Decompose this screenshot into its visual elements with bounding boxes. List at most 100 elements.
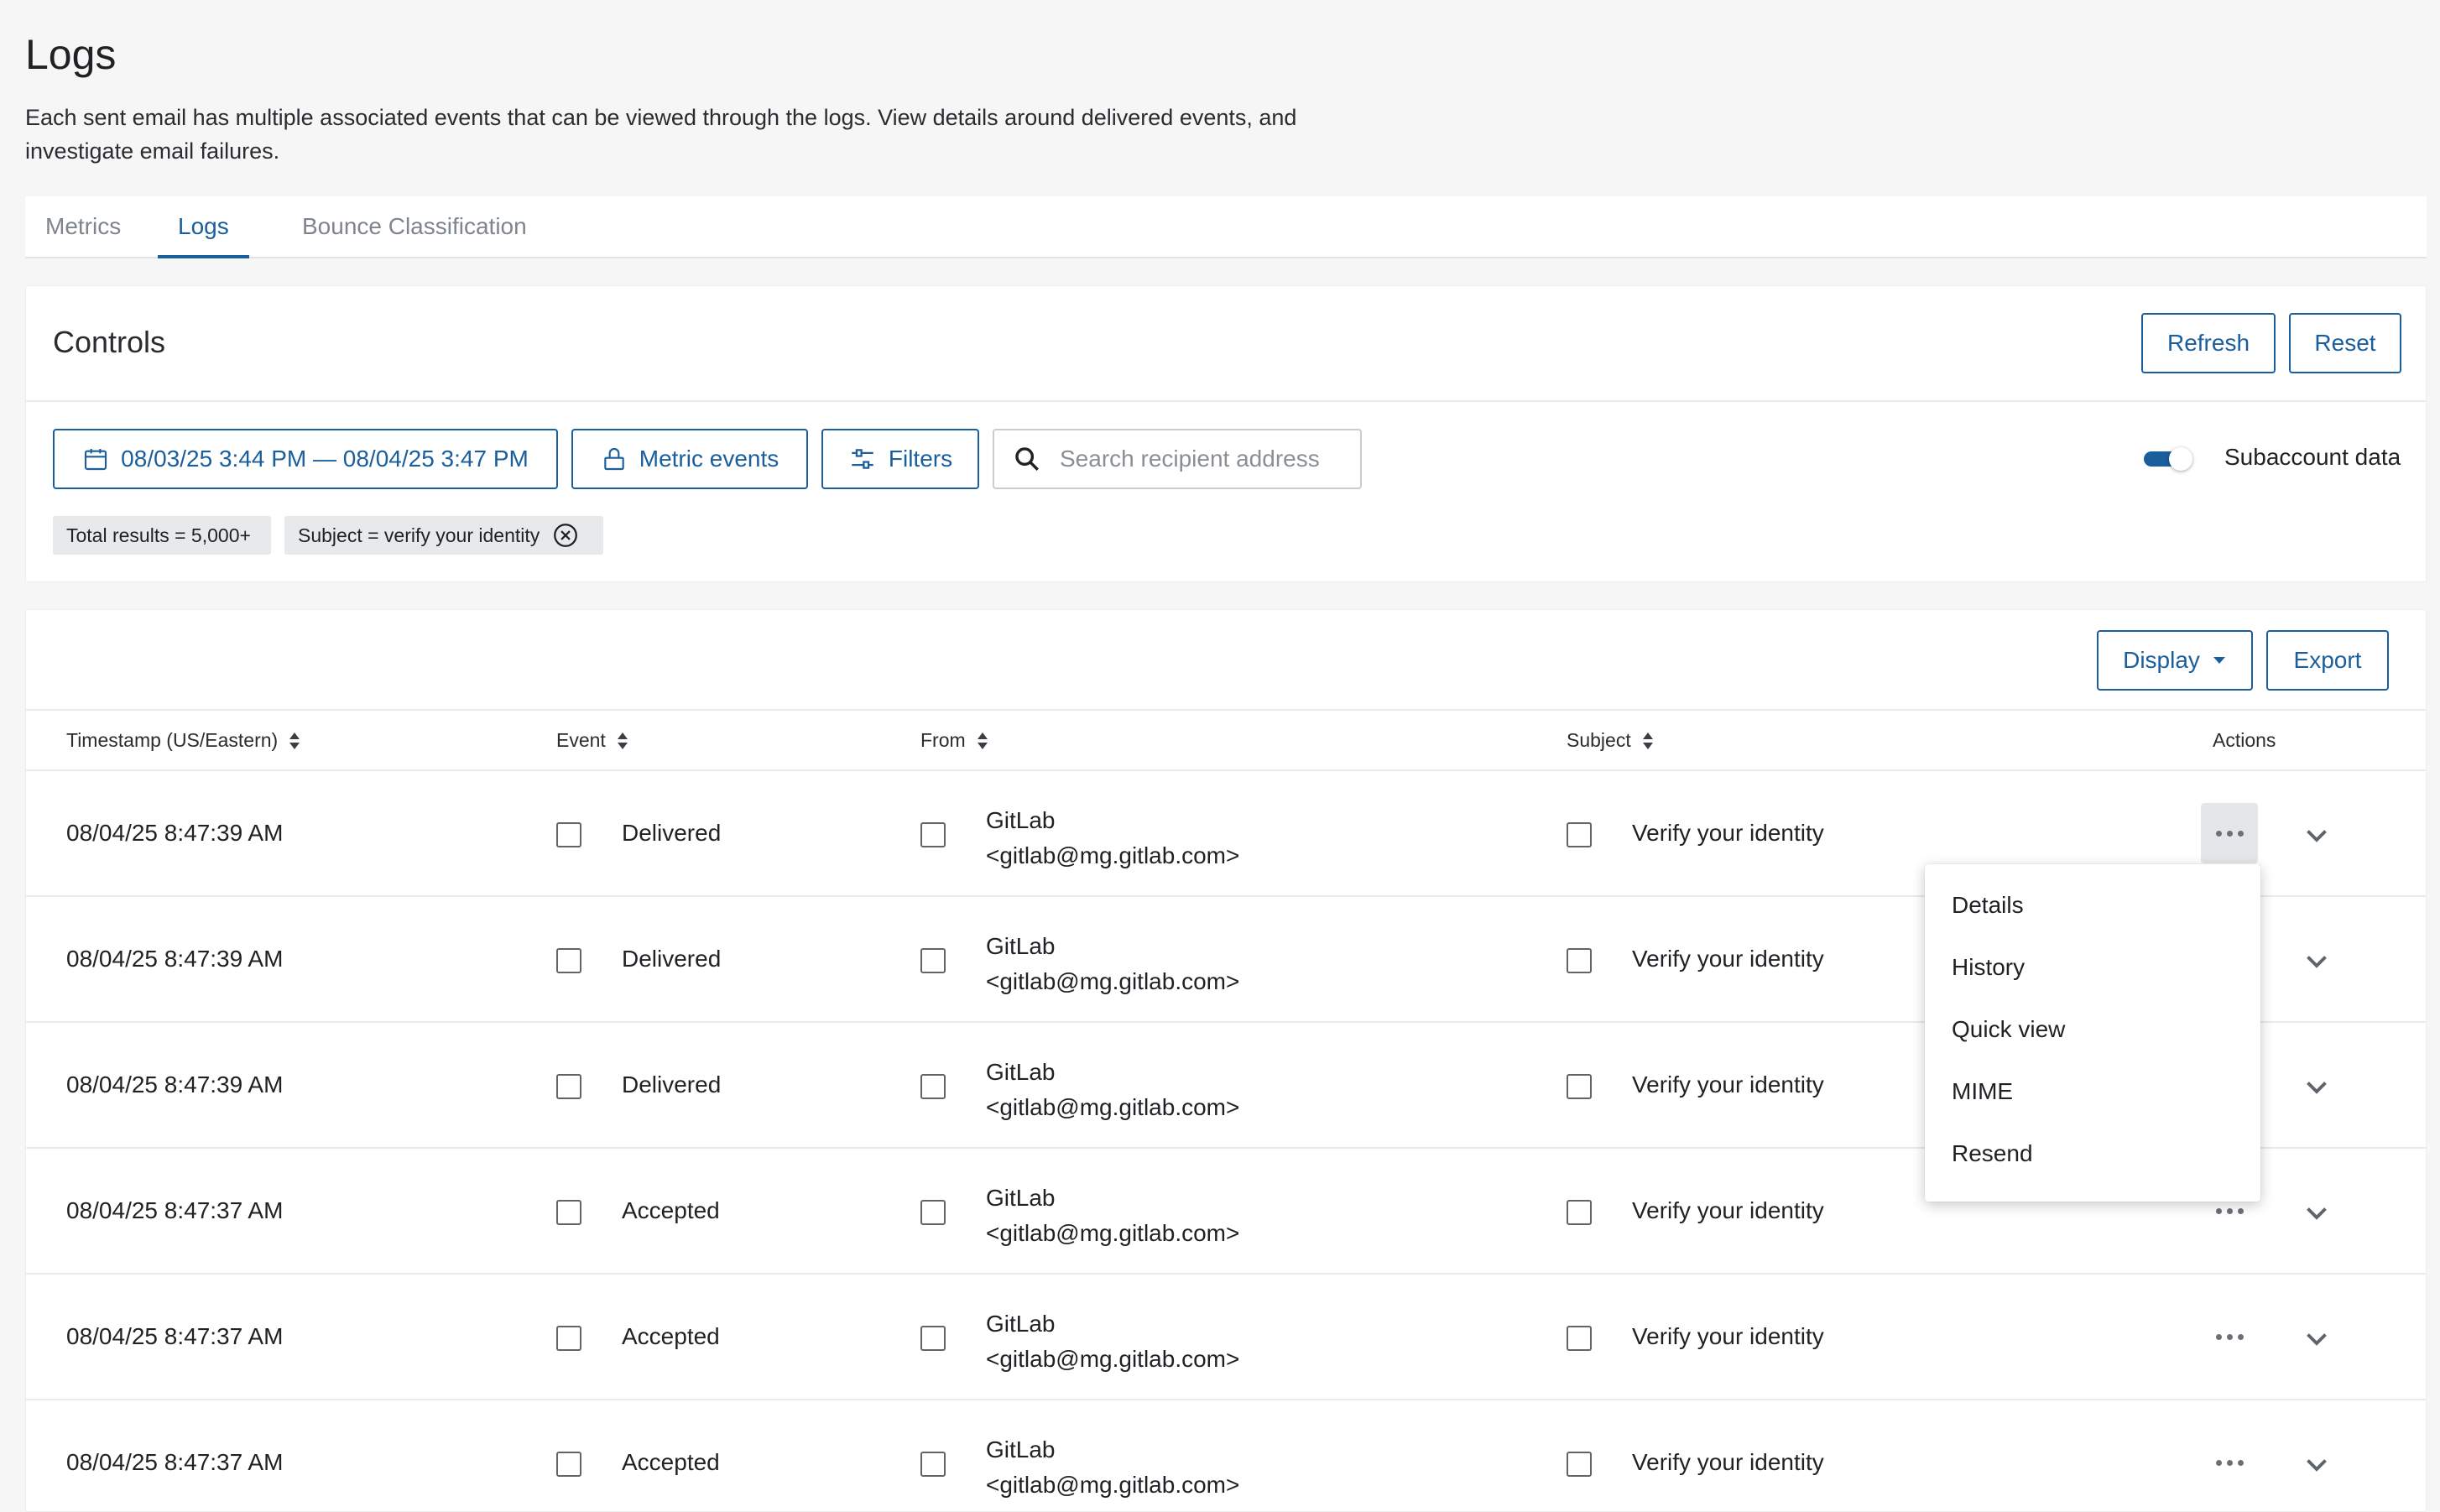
event-checkbox[interactable] <box>556 822 581 847</box>
timestamp-cell: 08/04/25 8:47:37 AM <box>66 1449 284 1475</box>
col-actions-label: Actions <box>2213 729 2276 751</box>
subject-cell: Verify your identity <box>1632 820 1824 846</box>
search-input[interactable] <box>1060 446 1345 472</box>
date-range-picker[interactable]: 08/03/25 3:44 PM — 08/04/25 3:47 PM <box>53 429 558 489</box>
menu-item-mime[interactable]: MIME <box>1925 1061 2260 1123</box>
event-checkbox[interactable] <box>556 948 581 973</box>
from-email: <gitlab@mg.gitlab.com> <box>986 1346 1240 1372</box>
col-from-label: From <box>920 729 966 751</box>
sort-icon <box>1642 732 1653 750</box>
chip-label: Total results = 5,000+ <box>66 524 251 546</box>
from-checkbox[interactable] <box>920 1452 946 1477</box>
refresh-button[interactable]: Refresh <box>2141 313 2276 373</box>
from-checkbox[interactable] <box>920 1326 946 1351</box>
col-subject[interactable]: Subject <box>1567 729 1653 752</box>
col-event[interactable]: Event <box>556 729 628 752</box>
more-horizontal-icon <box>2215 1333 2244 1340</box>
subject-checkbox[interactable] <box>1567 1452 1592 1477</box>
sort-icon <box>977 732 988 750</box>
controls-header: Controls Refresh Reset <box>26 286 2426 402</box>
from-email: <gitlab@mg.gitlab.com> <box>986 842 1240 868</box>
from-name: GitLab <box>986 807 1056 833</box>
sliders-icon <box>852 449 873 469</box>
subject-cell: Verify your identity <box>1632 1323 1824 1349</box>
subject-checkbox[interactable] <box>1567 948 1592 973</box>
chevron-down-icon[interactable] <box>2302 1071 2332 1102</box>
col-event-label: Event <box>556 729 606 751</box>
from-name: GitLab <box>986 1185 1056 1211</box>
col-from[interactable]: From <box>920 729 988 752</box>
col-subject-label: Subject <box>1567 729 1631 751</box>
table-header: Timestamp (US/Eastern) Event From Subjec… <box>26 711 2426 771</box>
event-cell: Delivered <box>622 1071 722 1098</box>
reset-button[interactable]: Reset <box>2289 313 2401 373</box>
tab-bar: Metrics Logs Bounce Classification <box>25 196 2427 258</box>
table-row: 08/04/25 8:47:37 AM Accepted GitLab <git… <box>26 1275 2426 1400</box>
table-row: 08/04/25 8:47:37 AM Accepted GitLab <git… <box>26 1400 2426 1512</box>
more-actions-button[interactable] <box>2201 1432 2258 1493</box>
from-checkbox[interactable] <box>920 1074 946 1099</box>
display-label: Display <box>2123 647 2200 673</box>
sort-icon <box>617 732 628 750</box>
chevron-down-icon[interactable] <box>2302 1449 2332 1479</box>
chevron-down-icon[interactable] <box>2302 1323 2332 1353</box>
remove-filter-icon[interactable] <box>551 521 580 550</box>
subject-filter-chip: Subject = verify your identity <box>284 516 603 555</box>
date-range-label: 08/03/25 3:44 PM — 08/04/25 3:47 PM <box>121 446 529 472</box>
from-cell: GitLab <gitlab@mg.gitlab.com> <box>986 1432 1239 1503</box>
from-cell: GitLab <gitlab@mg.gitlab.com> <box>986 929 1239 999</box>
menu-item-history[interactable]: History <box>1925 936 2260 998</box>
event-checkbox[interactable] <box>556 1326 581 1351</box>
event-checkbox[interactable] <box>556 1452 581 1477</box>
event-cell: Accepted <box>622 1449 720 1475</box>
subject-checkbox[interactable] <box>1567 1200 1592 1225</box>
from-checkbox[interactable] <box>920 822 946 847</box>
timestamp-cell: 08/04/25 8:47:39 AM <box>66 1071 284 1098</box>
metric-events-button[interactable]: Metric events <box>571 429 808 489</box>
display-button[interactable]: Display <box>2097 630 2253 691</box>
filters-button[interactable]: Filters <box>821 429 979 489</box>
event-cell: Accepted <box>622 1323 720 1349</box>
from-email: <gitlab@mg.gitlab.com> <box>986 1094 1240 1120</box>
toggle-knob <box>2169 447 2192 471</box>
event-checkbox[interactable] <box>556 1074 581 1099</box>
col-actions: Actions <box>2213 729 2276 752</box>
subject-cell: Verify your identity <box>1632 1197 1824 1223</box>
menu-item-quick-view[interactable]: Quick view <box>1925 998 2260 1061</box>
chevron-down-icon[interactable] <box>2302 946 2332 976</box>
event-cell: Delivered <box>622 820 722 846</box>
chevron-down-icon[interactable] <box>2302 1197 2332 1228</box>
export-button[interactable]: Export <box>2266 630 2389 691</box>
from-email: <gitlab@mg.gitlab.com> <box>986 1472 1240 1498</box>
subject-cell: Verify your identity <box>1632 1071 1824 1098</box>
subject-checkbox[interactable] <box>1567 1074 1592 1099</box>
caret-down-icon <box>2213 657 2225 664</box>
total-results-chip: Total results = 5,000+ <box>53 516 271 555</box>
menu-item-resend[interactable]: Resend <box>1925 1123 2260 1185</box>
col-timestamp[interactable]: Timestamp (US/Eastern) <box>66 729 300 752</box>
from-checkbox[interactable] <box>920 948 946 973</box>
table-toolbar: Display Export <box>26 610 2426 711</box>
more-actions-button[interactable] <box>2201 803 2258 863</box>
tab-metrics[interactable]: Metrics <box>25 213 141 258</box>
event-checkbox[interactable] <box>556 1200 581 1225</box>
chevron-down-icon[interactable] <box>2302 820 2332 850</box>
tab-bounce-classification[interactable]: Bounce Classification <box>282 213 547 258</box>
from-checkbox[interactable] <box>920 1200 946 1225</box>
search-icon <box>1015 447 1039 471</box>
menu-item-details[interactable]: Details <box>1925 874 2260 936</box>
subaccount-toggle[interactable] <box>2142 447 2194 471</box>
col-timestamp-label: Timestamp (US/Eastern) <box>66 729 279 751</box>
subject-checkbox[interactable] <box>1567 1326 1592 1351</box>
from-name: GitLab <box>986 1436 1056 1462</box>
timestamp-cell: 08/04/25 8:47:39 AM <box>66 946 284 972</box>
event-cell: Delivered <box>622 946 722 972</box>
from-name: GitLab <box>986 933 1056 959</box>
from-name: GitLab <box>986 1311 1056 1337</box>
tab-logs[interactable]: Logs <box>158 213 249 258</box>
from-cell: GitLab <gitlab@mg.gitlab.com> <box>986 1306 1239 1377</box>
logs-page: Logs Each sent email has multiple associ… <box>0 0 2440 1512</box>
more-actions-button[interactable] <box>2201 1306 2258 1367</box>
subject-checkbox[interactable] <box>1567 822 1592 847</box>
chip-label: Subject = verify your identity <box>298 524 540 546</box>
